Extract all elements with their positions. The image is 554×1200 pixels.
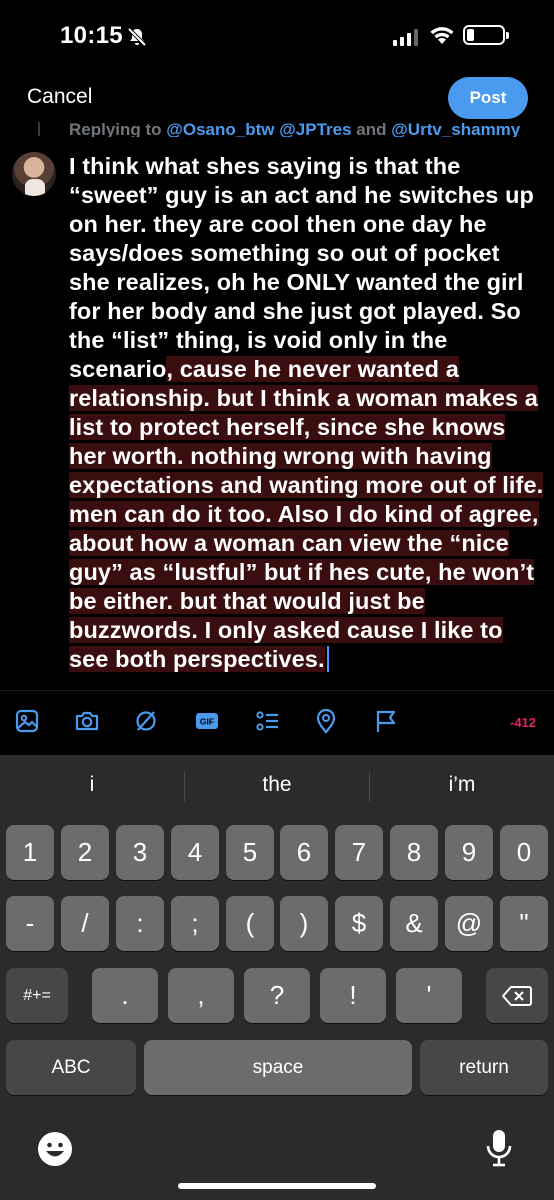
backspace-icon: [502, 985, 532, 1006]
character-count: -412: [510, 715, 537, 730]
key-open-paren[interactable]: (: [226, 896, 274, 951]
key-0[interactable]: 0: [500, 825, 548, 880]
key-8[interactable]: 8: [390, 825, 438, 880]
key-3[interactable]: 3: [116, 825, 164, 880]
key-close-paren[interactable]: ): [280, 896, 328, 951]
thread-line: [38, 122, 40, 136]
home-indicator[interactable]: [178, 1183, 376, 1189]
cellular-signal-icon: [393, 28, 418, 46]
camera-icon[interactable]: [72, 706, 102, 736]
key-6[interactable]: 6: [280, 825, 328, 880]
key-1[interactable]: 1: [6, 825, 54, 880]
key-slash[interactable]: /: [61, 896, 109, 951]
key-comma[interactable]: ,: [168, 968, 234, 1023]
return-key[interactable]: return: [420, 1040, 548, 1095]
toolbar-divider: [0, 690, 554, 691]
cancel-button[interactable]: Cancel: [27, 85, 92, 109]
key-apostrophe[interactable]: ': [396, 968, 462, 1023]
suggestion-3[interactable]: i’m: [370, 773, 554, 797]
status-time: 10:15: [60, 22, 123, 49]
mention-2[interactable]: @JPTres: [279, 120, 351, 137]
key-5[interactable]: 5: [226, 825, 274, 880]
emoji-icon[interactable]: [37, 1131, 73, 1167]
no-gif-icon[interactable]: [131, 706, 161, 736]
reply-context[interactable]: Replying to @Osano_btw @JPTres and @Urtv…: [69, 117, 520, 137]
key-dollar[interactable]: $: [335, 896, 383, 951]
abc-key[interactable]: ABC: [6, 1040, 136, 1095]
gif-icon[interactable]: GIF: [192, 706, 222, 736]
poll-icon[interactable]: [252, 706, 282, 736]
text-over-limit: , cause he never wanted a relationship. …: [69, 356, 544, 672]
battery-icon: [463, 25, 509, 45]
key-at[interactable]: @: [445, 896, 493, 951]
microphone-icon[interactable]: [485, 1128, 513, 1168]
avatar[interactable]: [12, 152, 56, 196]
mention-join: and: [351, 120, 392, 137]
key-quote[interactable]: ": [500, 896, 548, 951]
text-within-limit: I think what shes saying is that the “sw…: [69, 153, 534, 382]
key-9[interactable]: 9: [445, 825, 493, 880]
compose-toolbar: GIF: [0, 706, 554, 746]
key-4[interactable]: 4: [171, 825, 219, 880]
key-ampersand[interactable]: &: [390, 896, 438, 951]
key-question[interactable]: ?: [244, 968, 310, 1023]
text-caret: [326, 646, 329, 672]
wifi-icon: [430, 27, 454, 44]
key-exclamation[interactable]: !: [320, 968, 386, 1023]
compose-textarea[interactable]: I think what shes saying is that the “sw…: [69, 152, 545, 674]
image-icon[interactable]: [12, 706, 42, 736]
status-bar: 10:15: [0, 0, 554, 70]
mention-1[interactable]: @Osano_btw: [166, 120, 274, 137]
suggestion-1[interactable]: i: [0, 773, 184, 797]
location-icon[interactable]: [311, 706, 341, 736]
suggestion-2[interactable]: the: [185, 773, 369, 797]
suggestion-bar: i the i’m: [0, 755, 554, 813]
post-button[interactable]: Post: [448, 77, 528, 119]
key-semicolon[interactable]: ;: [171, 896, 219, 951]
reply-prefix: Replying to: [69, 120, 167, 137]
mention-3[interactable]: @Urtv_shammy: [391, 120, 520, 137]
key-hyphen[interactable]: -: [6, 896, 54, 951]
space-key[interactable]: space: [144, 1040, 412, 1095]
symbols-toggle-key[interactable]: #+=: [6, 968, 68, 1023]
key-period[interactable]: .: [92, 968, 158, 1023]
key-colon[interactable]: :: [116, 896, 164, 951]
key-2[interactable]: 2: [61, 825, 109, 880]
bell-slash-icon: [127, 27, 147, 47]
key-7[interactable]: 7: [335, 825, 383, 880]
flag-icon[interactable]: [371, 706, 401, 736]
backspace-key[interactable]: [486, 968, 548, 1023]
gif-label: GIF: [200, 717, 214, 727]
